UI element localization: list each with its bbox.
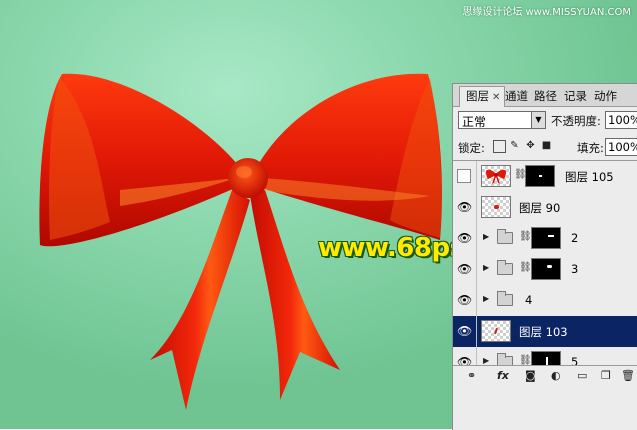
left-tail	[150, 190, 250, 410]
expand-arrow-icon[interactable]: ▶	[483, 232, 489, 241]
fx-icon[interactable]: fx	[497, 369, 509, 383]
eye-icon[interactable]: 👁	[457, 293, 472, 307]
lock-move-icon[interactable]: ✥	[525, 140, 536, 151]
layer-mask-thumbnail	[525, 165, 555, 187]
layer-row[interactable]: 👁 ▶ ⛓ 3	[453, 254, 637, 286]
eye-icon[interactable]: 👁	[457, 200, 472, 214]
folder-icon[interactable]: ▭	[577, 369, 587, 383]
layer-row[interactable]: ⛓ 图层 105	[453, 161, 637, 193]
watermark-top: 思缘设计论坛 www.MISSYUAN.COM	[462, 7, 631, 18]
layers-panel: 图层✕ 通道 路径 记录 动作 正常 ▼ 不透明度: 100% 锁定: ✎ ✥ …	[452, 83, 637, 430]
tab-channels[interactable]: 通道	[505, 88, 528, 104]
group-mask-thumbnail	[531, 351, 561, 365]
layer-row[interactable]: 👁 ▶ 4	[453, 285, 637, 317]
folder-icon	[497, 291, 513, 306]
layer-row[interactable]: 👁 图层 90	[453, 192, 637, 224]
expand-arrow-icon[interactable]: ▶	[483, 294, 489, 303]
expand-arrow-icon[interactable]: ▶	[483, 263, 489, 272]
layer-thumbnail	[481, 165, 511, 187]
layer-name: 3	[571, 262, 579, 276]
tab-actions[interactable]: 动作	[594, 88, 617, 104]
eye-icon[interactable]: 👁	[457, 355, 472, 365]
group-mask-thumbnail	[531, 258, 561, 280]
fill-input[interactable]: 100%	[605, 138, 637, 156]
lock-label: 锁定:	[458, 141, 485, 155]
blend-mode-select[interactable]: 正常 ▼	[458, 111, 546, 129]
eye-icon[interactable]: 👁	[457, 324, 472, 338]
bow-thumbnail-icon	[486, 169, 506, 184]
layer-thumbnail	[481, 196, 511, 218]
chevron-down-icon: ▼	[531, 112, 545, 128]
folder-icon	[497, 260, 513, 275]
folder-icon	[497, 353, 513, 365]
mask-icon[interactable]: ◙	[525, 369, 536, 383]
tab-history[interactable]: 记录	[564, 88, 587, 104]
layer-name: 图层 105	[565, 170, 614, 184]
layer-name: 图层 103	[519, 325, 568, 339]
close-icon[interactable]: ✕	[492, 92, 500, 103]
layer-row[interactable]: 👁 ▶ ⛓ 5	[453, 347, 637, 365]
link-icon[interactable]: ⚭	[467, 369, 476, 383]
right-tail	[250, 190, 340, 400]
opacity-label: 不透明度:	[551, 114, 601, 128]
layer-row-selected[interactable]: 👁 图层 103	[453, 316, 637, 348]
panel-tabs: 图层 ✕ 通道 路径 记录 动作	[453, 84, 637, 107]
adjustment-icon[interactable]: ◐	[551, 369, 561, 383]
group-mask-thumbnail	[531, 227, 561, 249]
lock-all-icon[interactable]: ■	[541, 140, 552, 151]
link-icon[interactable]: ⛓	[519, 231, 532, 242]
layer-thumbnail	[481, 320, 511, 342]
visibility-toggle[interactable]	[457, 169, 471, 183]
link-icon[interactable]: ⛓	[519, 355, 532, 365]
opacity-input[interactable]: 100%	[605, 111, 637, 129]
lock-brush-icon[interactable]: ✎	[509, 140, 520, 151]
folder-icon	[497, 229, 513, 244]
trash-icon[interactable]: 🗑	[621, 369, 635, 383]
lock-row: 锁定: ✎ ✥ ■ 填充: 100%	[453, 138, 637, 156]
tab-layers[interactable]: 图层 ✕	[459, 86, 506, 107]
layers-list: ⛓ 图层 105 👁 图层 90 👁 ▶ ⛓ 2 👁 ▶ ⛓ 3 👁 ▶ 4 👁…	[453, 160, 637, 365]
eye-icon[interactable]: 👁	[457, 231, 472, 245]
eye-icon[interactable]: 👁	[457, 262, 472, 276]
lock-transparent-icon[interactable]	[493, 140, 506, 153]
layer-name: 图层 90	[519, 201, 561, 215]
panel-bottom-bar: ⚭ fx ◙ ◐ ▭ ❐ 🗑	[453, 365, 637, 386]
expand-arrow-icon[interactable]: ▶	[483, 356, 489, 365]
layer-name: 5	[571, 355, 579, 365]
bow-knot	[228, 158, 268, 198]
layer-row[interactable]: 👁 ▶ ⛓ 2	[453, 223, 637, 255]
new-layer-icon[interactable]: ❐	[601, 369, 611, 383]
layer-name: 2	[571, 231, 579, 245]
blend-row: 正常 ▼ 不透明度: 100%	[453, 111, 637, 131]
fill-label: 填充:	[577, 141, 604, 155]
ribbon-bow-image	[39, 73, 442, 410]
tab-paths[interactable]: 路径	[534, 88, 557, 104]
link-icon[interactable]: ⛓	[519, 262, 532, 273]
layer-name: 4	[525, 293, 533, 307]
